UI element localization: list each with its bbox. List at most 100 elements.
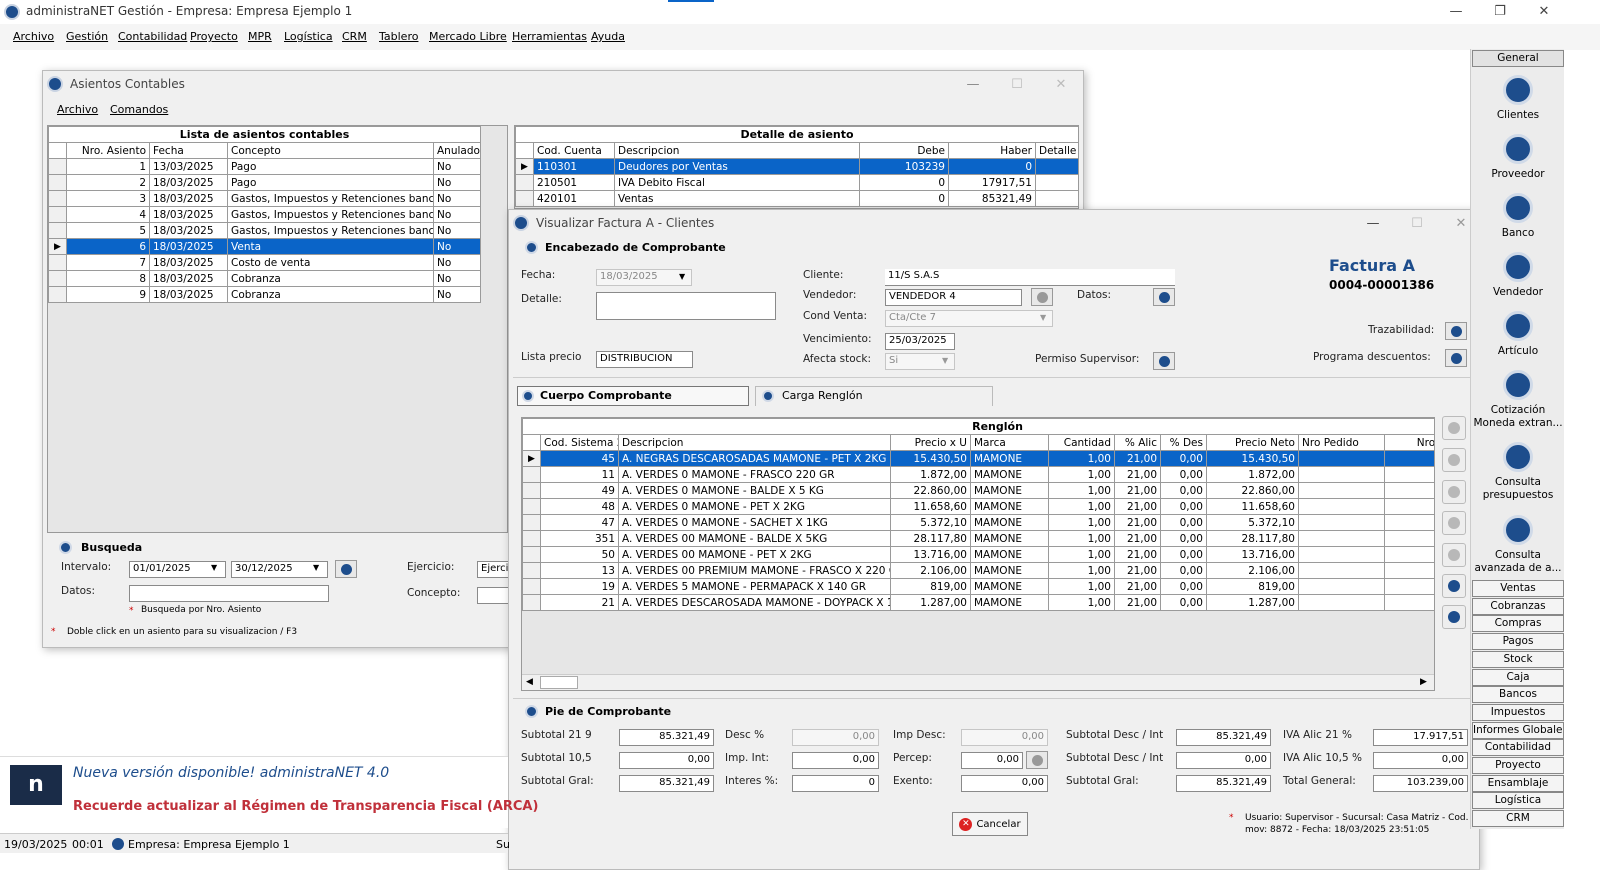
col-fecha[interactable]: Fecha xyxy=(149,142,228,159)
col-haber[interactable]: Haber xyxy=(948,142,1036,159)
row-indicator[interactable] xyxy=(522,562,541,579)
update-banner[interactable]: n Nueva versión disponible! administraNE… xyxy=(0,756,538,828)
iva105-field[interactable]: 0,00 xyxy=(1373,752,1468,769)
sidebar-module-11[interactable]: Proyecto xyxy=(1472,757,1564,774)
vendedor-lookup-button[interactable] xyxy=(1031,288,1053,306)
sidebar-module-14[interactable]: CRM xyxy=(1472,810,1564,828)
col-des[interactable]: % Des xyxy=(1160,434,1207,451)
fecha-dropdown-icon[interactable]: ▼ xyxy=(679,272,685,281)
row-indicator[interactable] xyxy=(522,514,541,531)
detail-row-button[interactable] xyxy=(1442,605,1466,629)
copy-row-button[interactable] xyxy=(1442,480,1466,504)
menu-proyecto[interactable]: Proyecto xyxy=(190,30,238,43)
col-nro-remito[interactable]: Nro Remit xyxy=(1383,434,1434,451)
table-row[interactable]: 4 18/03/2025 Gastos, Impuestos y Retencion… xyxy=(48,206,482,223)
percep-field[interactable]: 0,00 xyxy=(961,752,1023,769)
col-descripcion[interactable]: Descripcion xyxy=(614,142,860,159)
sidebar-module-7[interactable]: Bancos xyxy=(1472,686,1564,704)
row-indicator[interactable] xyxy=(522,578,541,595)
scroll-thumb[interactable] xyxy=(540,676,578,689)
menu-herramientas[interactable]: Herramientas xyxy=(512,30,587,43)
table-row[interactable]: 48 A. VERDES 0 MAMONE - PET X 2KG 11.658,6… xyxy=(522,498,1434,515)
edit-row-button[interactable] xyxy=(1442,448,1466,472)
detalle-textarea[interactable] xyxy=(596,292,776,320)
row-indicator[interactable]: ▶ xyxy=(515,158,534,175)
datos-input[interactable] xyxy=(129,585,329,602)
row-indicator[interactable]: ▶ xyxy=(522,450,541,467)
sidebar-module-1[interactable]: Ventas xyxy=(1472,580,1564,597)
imp-desc-field[interactable]: 0,00 xyxy=(961,729,1048,746)
row-indicator[interactable] xyxy=(522,530,541,547)
sidebar-shortcut-7[interactable]: Consulta presupuestos xyxy=(1471,442,1565,502)
menu-gestion[interactable]: Gestión xyxy=(66,30,108,43)
datos-search-button[interactable] xyxy=(1153,288,1175,306)
col-cantidad[interactable]: Cantidad xyxy=(1048,434,1115,451)
sidebar-module-2[interactable]: Cobranzas xyxy=(1472,597,1564,615)
table-row[interactable]: 13 A. VERDES 00 PREMIUM MAMONE - FRASCO X… xyxy=(522,562,1434,579)
table-row[interactable]: 420101 Ventas 0 85321,49 xyxy=(515,190,1080,207)
row-indicator[interactable] xyxy=(48,158,67,175)
factura-minimize-icon[interactable]: — xyxy=(1361,214,1385,234)
sidebar-shortcut-3[interactable]: Banco xyxy=(1471,193,1565,240)
col-cod-sistema[interactable]: Cod. Sistema 2 xyxy=(540,434,619,451)
buscar-button[interactable] xyxy=(335,560,357,578)
table-row[interactable]: 3 18/03/2025 Gastos, Impuestos y Retencion… xyxy=(48,190,482,207)
col-precio-neto[interactable]: Precio Neto xyxy=(1206,434,1299,451)
sidebar-module-3[interactable]: Compras xyxy=(1472,615,1564,633)
sidebar-module-6[interactable]: Caja xyxy=(1472,668,1564,686)
table-row[interactable]: ▶ 110301 Deudores por Ventas 103239 0 xyxy=(515,158,1080,175)
sg2-field[interactable]: 85.321,49 xyxy=(1176,775,1271,792)
sidebar-shortcut-6[interactable]: Cotización Moneda extran... xyxy=(1471,370,1565,430)
col-concepto[interactable]: Concepto xyxy=(227,142,434,159)
fecha-desde-dropdown-icon[interactable]: ▼ xyxy=(211,563,217,572)
add-row-button[interactable] xyxy=(1442,416,1466,440)
imp-int-field[interactable]: 0,00 xyxy=(792,752,879,769)
sidebar-shortcut-1[interactable]: Clientes xyxy=(1471,75,1565,122)
row-indicator[interactable] xyxy=(522,466,541,483)
table-row[interactable]: 47 A. VERDES 0 MAMONE - SACHET X 1KG 5.372… xyxy=(522,514,1434,531)
refresh-row-button[interactable] xyxy=(1442,543,1466,567)
iva21-field[interactable]: 17.917,51 xyxy=(1373,729,1468,746)
afecta-stock-dropdown-icon[interactable]: ▼ xyxy=(942,356,948,365)
row-indicator[interactable] xyxy=(48,174,67,191)
table-row[interactable]: 8 18/03/2025 Cobranza No xyxy=(48,270,482,287)
sidebar-module-12[interactable]: Ensamblaje xyxy=(1472,774,1564,792)
sidebar-shortcut-5[interactable]: Artículo xyxy=(1471,311,1565,358)
lista-precio-input[interactable]: DISTRIBUCION xyxy=(596,351,693,368)
sidebar-module-10[interactable]: Contabilidad xyxy=(1472,739,1564,757)
col-descripcion[interactable]: Descripcion xyxy=(618,434,891,451)
scroll-right-icon[interactable]: ▶ xyxy=(1420,677,1427,687)
sidebar-module-9[interactable]: Informes Globales xyxy=(1472,721,1564,739)
total-field[interactable]: 103.239,00 xyxy=(1373,775,1468,792)
col-alic[interactable]: % Alic xyxy=(1114,434,1161,451)
table-row[interactable]: ▶ 45 A. NEGRAS DESCAROSADAS MAMONE - PET X… xyxy=(522,450,1434,467)
factura-maximize-icon[interactable]: ☐ xyxy=(1405,214,1429,234)
menu-ayuda[interactable]: Ayuda xyxy=(591,30,625,43)
permiso-supervisor-button[interactable] xyxy=(1153,352,1175,370)
row-indicator[interactable] xyxy=(522,594,541,611)
row-indicator[interactable] xyxy=(522,498,541,515)
sidebar-module-8[interactable]: Impuestos xyxy=(1472,703,1564,721)
table-row[interactable]: 351 A. VERDES 00 MAMONE - BALDE X 5KG 28.1… xyxy=(522,530,1434,547)
asientos-close-icon[interactable]: ✕ xyxy=(1049,75,1073,95)
col-nro-asiento[interactable]: Nro. Asiento xyxy=(66,142,150,159)
table-row[interactable]: 50 A. VERDES 00 MAMONE - PET X 2KG 13.716,… xyxy=(522,546,1434,563)
sidebar-module-13[interactable]: Logística xyxy=(1472,792,1564,810)
interes-field[interactable]: 0 xyxy=(792,775,879,792)
minimize-icon[interactable]: — xyxy=(1444,2,1468,22)
trazabilidad-button[interactable] xyxy=(1445,322,1467,340)
cond-venta-select[interactable]: Cta/Cte 7 xyxy=(885,310,1053,327)
vendedor-input[interactable]: VENDEDOR 4 xyxy=(885,289,1022,306)
col-precio-unit[interactable]: Precio x U xyxy=(890,434,971,451)
table-row[interactable]: 7 18/03/2025 Costo de venta No xyxy=(48,254,482,271)
asientos-menu-comandos[interactable]: Comandos xyxy=(110,103,168,116)
row-indicator[interactable] xyxy=(48,222,67,239)
row-indicator[interactable] xyxy=(48,190,67,207)
sidebar-header-general[interactable]: General xyxy=(1472,50,1564,67)
sdi1-field[interactable]: 85.321,49 xyxy=(1176,729,1271,746)
cancelar-button[interactable]: ✕ Cancelar xyxy=(952,812,1028,836)
row-indicator[interactable] xyxy=(48,270,67,287)
asientos-maximize-icon[interactable]: ☐ xyxy=(1005,75,1029,95)
tab-carga-renglon[interactable]: Carga Renglón xyxy=(755,386,993,406)
fecha-input[interactable]: 18/03/2025 xyxy=(596,269,692,286)
